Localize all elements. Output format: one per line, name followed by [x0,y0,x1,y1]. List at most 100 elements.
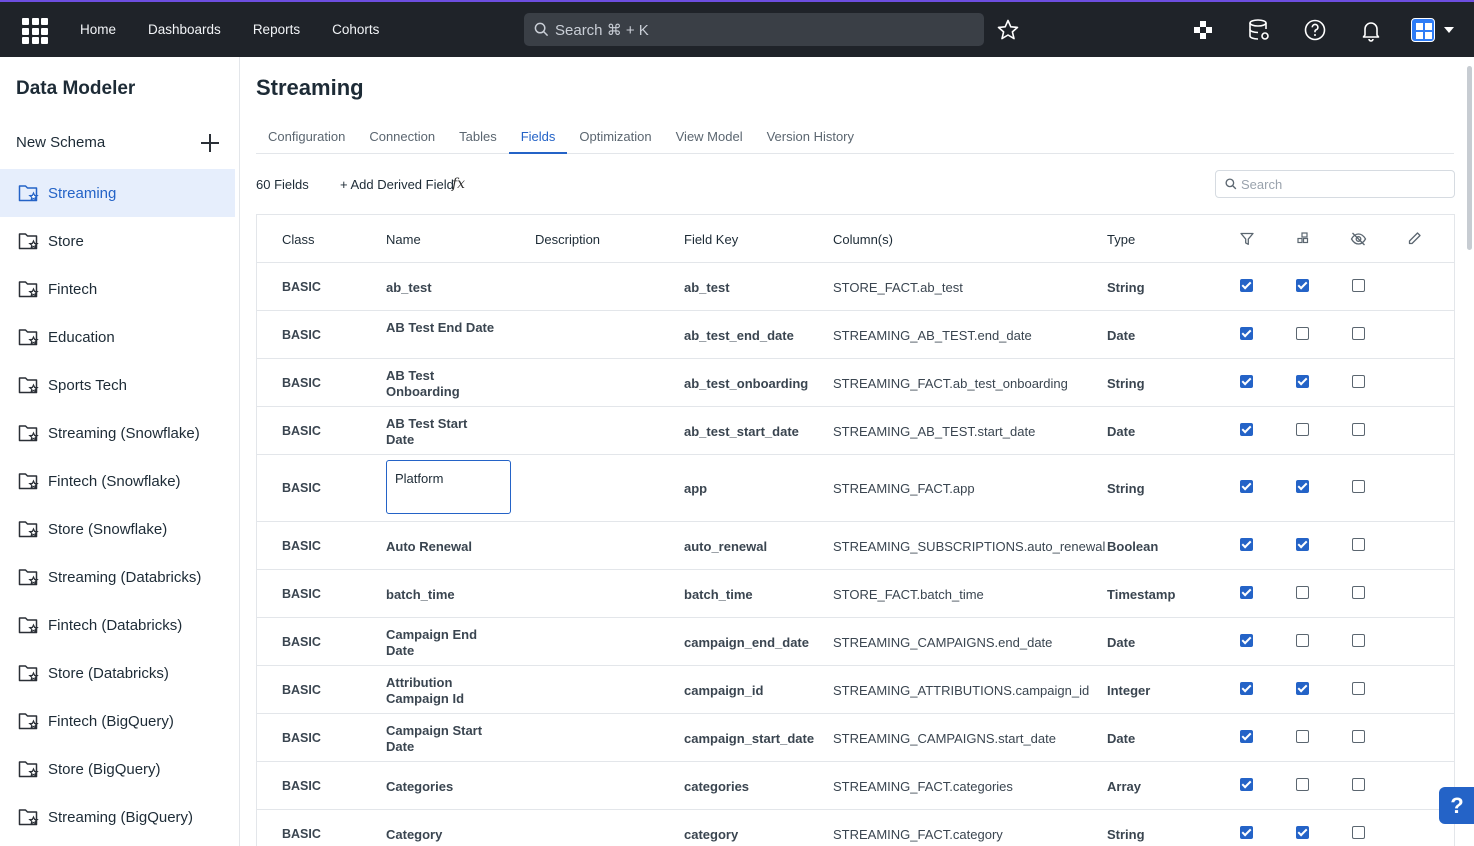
sidebar-item-streaming-snowflake[interactable]: Streaming (Snowflake) [0,409,235,457]
group-checkbox[interactable] [1296,826,1309,839]
tab-optimization[interactable]: Optimization [567,119,663,154]
header-class[interactable]: Class [282,232,315,247]
table-row[interactable]: BASIC Category category STREAMING_FACT.cate… [257,810,1454,846]
hidden-checkbox[interactable] [1352,682,1365,695]
cell-name[interactable]: Attribution Campaign Id [386,675,496,706]
sidebar-item-fintech-bigquery[interactable]: Fintech (BigQuery) [0,697,235,745]
table-row[interactable]: BASIC batch_time batch_time STORE_FACT.batc… [257,570,1454,618]
table-row[interactable]: BASIC Categories categories STREAMING_FACT.… [257,762,1454,810]
header-type[interactable]: Type [1107,232,1135,247]
nav-cohorts[interactable]: Cohorts [316,22,395,37]
help-button[interactable]: ? [1439,787,1474,824]
filter-checkbox[interactable] [1240,423,1253,436]
group-checkbox[interactable] [1296,634,1309,647]
sidebar-item-streaming-bigquery[interactable]: Streaming (BigQuery) [0,793,235,841]
table-row[interactable]: BASIC Campaign Start Date campaign_start_d… [257,714,1454,762]
app-launcher-icon[interactable] [22,18,48,44]
nav-home[interactable]: Home [64,22,132,37]
add-derived-field-button[interactable]: + Add Derived Field [340,177,454,192]
tab-connection[interactable]: Connection [357,119,447,154]
hidden-checkbox[interactable] [1352,375,1365,388]
table-row[interactable]: BASIC Auto Renewal auto_renewal STREAMING_S… [257,522,1454,570]
hidden-checkbox[interactable] [1352,634,1365,647]
hidden-checkbox[interactable] [1352,327,1365,340]
filter-checkbox[interactable] [1240,682,1253,695]
tab-fields[interactable]: Fields [508,119,568,154]
sidebar-item-fintech[interactable]: Fintech [0,265,235,313]
table-row[interactable]: BASIC AB Test Onboarding ab_test_onboardin… [257,359,1454,407]
sidebar-item-streaming[interactable]: Streaming [0,169,235,217]
formula-icon[interactable]: fx [452,176,465,192]
group-checkbox[interactable] [1296,730,1309,743]
filter-checkbox[interactable] [1240,826,1253,839]
field-search-input[interactable]: Search [1215,170,1455,198]
group-checkbox[interactable] [1296,375,1309,388]
sidebar-item-fintech-databricks[interactable]: Fintech (Databricks) [0,601,235,649]
table-row[interactable]: BASIC ab_test ab_test STORE_FACT.ab_test Str… [257,263,1454,311]
database-settings-icon[interactable] [1247,18,1271,42]
group-checkbox[interactable] [1296,586,1309,599]
page-scrollbar[interactable] [1467,66,1472,250]
header-columns[interactable]: Column(s) [833,232,893,247]
tab-configuration[interactable]: Configuration [256,119,357,154]
hidden-checkbox[interactable] [1352,778,1365,791]
cell-name[interactable]: Auto Renewal [386,539,496,554]
hidden-checkbox[interactable] [1352,826,1365,839]
filter-checkbox[interactable] [1240,538,1253,551]
global-search-input[interactable]: Search ⌘ + K [524,13,984,46]
hidden-checkbox[interactable] [1352,538,1365,551]
hidden-checkbox[interactable] [1352,480,1365,493]
filter-checkbox[interactable] [1240,634,1253,647]
sidebar-item-sports-tech[interactable]: Sports Tech [0,361,235,409]
notification-bell-icon[interactable] [1359,18,1383,42]
table-row[interactable]: BASIC Attribution Campaign Id campaign_id S… [257,666,1454,714]
filter-checkbox[interactable] [1240,480,1253,493]
group-checkbox[interactable] [1296,778,1309,791]
workspace-switcher-icon[interactable] [1411,18,1435,42]
hidden-checkbox[interactable] [1352,586,1365,599]
table-row[interactable]: BASIC AB Test End Date ab_test_end_date STR… [257,311,1454,359]
cell-name[interactable]: batch_time [386,587,496,602]
filter-checkbox[interactable] [1240,778,1253,791]
nav-dashboards[interactable]: Dashboards [132,22,237,37]
table-row[interactable]: BASIC AB Test Start Date ab_test_start_dat… [257,407,1454,455]
name-edit-input[interactable]: Platform [386,460,511,514]
hidden-checkbox[interactable] [1352,730,1365,743]
cell-name[interactable]: Campaign End Date [386,627,496,658]
filter-checkbox[interactable] [1240,586,1253,599]
group-checkbox[interactable] [1296,279,1309,292]
add-schema-icon[interactable] [200,133,220,153]
header-name[interactable]: Name [386,232,421,247]
sidebar-item-education[interactable]: Education [0,313,235,361]
cell-name[interactable]: Campaign Start Date [386,723,496,754]
header-field-key[interactable]: Field Key [684,232,738,247]
filter-checkbox[interactable] [1240,375,1253,388]
sidebar-item-streaming-databricks[interactable]: Streaming (Databricks) [0,553,235,601]
group-checkbox[interactable] [1296,538,1309,551]
help-circle-icon[interactable] [1303,18,1327,42]
cell-name[interactable]: Categories [386,779,496,794]
chevron-down-icon[interactable] [1444,27,1454,33]
header-description[interactable]: Description [535,232,600,247]
sidebar-item-store-databricks[interactable]: Store (Databricks) [0,649,235,697]
group-checkbox[interactable] [1296,327,1309,340]
sidebar-item-fintech-snowflake[interactable]: Fintech (Snowflake) [0,457,235,505]
cell-name[interactable]: ab_test [386,280,496,295]
group-checkbox[interactable] [1296,423,1309,436]
table-row[interactable]: BASIC Campaign End Date campaign_end_date S… [257,618,1454,666]
hidden-checkbox[interactable] [1352,423,1365,436]
tab-tables[interactable]: Tables [447,119,509,154]
filter-checkbox[interactable] [1240,327,1253,340]
sidebar-item-store[interactable]: Store [0,217,235,265]
hidden-checkbox[interactable] [1352,279,1365,292]
cell-name[interactable]: Category [386,827,496,842]
tab-view-model[interactable]: View Model [664,119,755,154]
group-checkbox[interactable] [1296,480,1309,493]
sidebar-item-store-bigquery[interactable]: Store (BigQuery) [0,745,235,793]
group-checkbox[interactable] [1296,682,1309,695]
sidebar-item-store-snowflake[interactable]: Store (Snowflake) [0,505,235,553]
cell-name[interactable]: AB Test Onboarding [386,368,496,399]
cell-name[interactable]: AB Test Start Date [386,416,496,447]
filter-checkbox[interactable] [1240,279,1253,292]
favorite-star-icon[interactable] [996,18,1020,42]
